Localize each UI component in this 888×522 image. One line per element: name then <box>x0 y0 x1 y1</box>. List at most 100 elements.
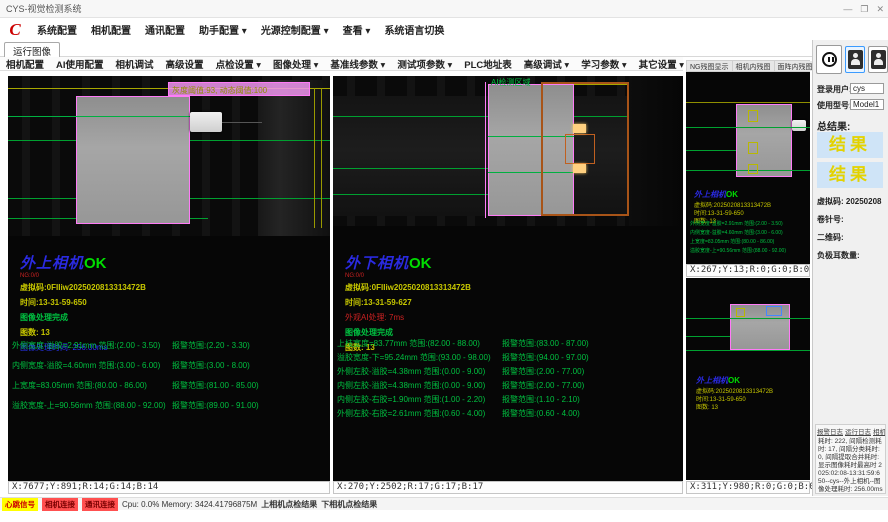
minimize-button[interactable]: — <box>843 0 852 18</box>
feature-box-yellow <box>748 142 758 154</box>
ng-info: NG:0/0 <box>20 273 146 279</box>
menu-item[interactable]: 系统配置 <box>30 23 84 40</box>
mini-tab[interactable]: 面阵内残图 <box>775 61 817 71</box>
log-tab[interactable]: 相机日志 <box>873 426 886 436</box>
result-ok: OK <box>84 255 107 272</box>
camera-name: 外上相机 <box>694 190 726 199</box>
middle-camera-view[interactable]: AI检测区域 外下相机OK NG:0/0 虚拟码:0FIIiw202502081… <box>333 76 683 481</box>
toolbar-button[interactable]: 其它设置 ▾ <box>633 57 690 71</box>
time-text: 时间:13-31-59-627 <box>345 297 471 308</box>
mini-info-line: 图数: 13 <box>696 404 773 412</box>
guide-line-green <box>686 150 736 151</box>
comm-connect-badge: 通讯连接 <box>82 498 118 511</box>
cpu-memory-text: Cpu: 0.0% Memory: 3424.41796875M <box>122 500 257 509</box>
toolbar-button[interactable]: 相机调试 <box>110 57 160 71</box>
frame-count-text: 图数: 13 <box>20 327 146 338</box>
maximize-button[interactable]: ❐ <box>860 0 868 18</box>
guide-line-green <box>686 127 810 128</box>
feature-box-yellow <box>748 110 758 122</box>
guide-line-green <box>686 336 730 337</box>
mini-measurement-row: 内侧宽度-溢胶=4.60mm 范围:(3.00 - 6.00) <box>690 229 808 238</box>
toolbar-button[interactable]: PLC地址表 <box>458 57 518 71</box>
app-window: CYS-视觉检测系统 — ❐ ✕ C 系统配置相机配置通讯配置助手配置 ▾光源控… <box>0 0 888 522</box>
toolbar-button[interactable]: 基准线参数 ▾ <box>324 57 391 71</box>
measurement-row: 溢胶宽度-下=95.24mm 范围:(93.00 - 98.00) 报警范围:(… <box>337 352 681 366</box>
mini-tab[interactable]: NG残图显示 <box>687 61 733 71</box>
menu-item[interactable]: 光源控制配置 ▾ <box>254 23 336 40</box>
menu-item[interactable]: 系统语言切换 <box>377 23 451 40</box>
alarm-range: 报警范围:(89.00 - 91.00) <box>172 400 259 411</box>
mini-measurements: 外侧宽度-溢胶=2.91mm 范围:(2.00 - 3.50)内侧宽度-溢胶=4… <box>690 220 808 256</box>
model-field[interactable]: Model1 <box>850 99 884 110</box>
guide-line-green <box>333 168 489 169</box>
toolbar-button[interactable]: 相机配置 <box>0 57 50 71</box>
pause-icon <box>822 52 837 67</box>
second-snapshot-view[interactable]: 外上相机OK 虚拟码:2025020813313472B时间:13-31-59-… <box>686 278 810 480</box>
left-camera-view[interactable]: 灰度阈值:93, 动态阈值:100 外上相机OK NG:0/0 虚拟码:0FII… <box>8 76 330 481</box>
heartbeat-badge: 心跳信号 <box>2 498 38 511</box>
log-tab[interactable]: 运行日志 <box>845 426 871 436</box>
tab-run-image[interactable]: 运行图像 <box>4 42 60 57</box>
measurement-value: 内侧宽度-溢胶=4.60mm 范围:(3.00 - 6.00) <box>12 361 160 370</box>
time-text: 时间:13-31-59-650 <box>20 297 146 308</box>
status-bar: 心跳信号 相机连接 通讯连接 Cpu: 0.0% Memory: 3424.41… <box>0 497 888 510</box>
feature-box-yellow <box>736 308 745 317</box>
ng-snapshot-view[interactable]: 外上相机OK 虚拟码:2025020813313472B时间:13-31-59-… <box>686 72 810 264</box>
camera-name: 外上相机 <box>20 256 84 272</box>
barcode-text: 虚拟码:0FIIiw2025020813313472B <box>20 282 146 293</box>
mini-result-block: 外上相机OK 虚拟码:2025020813313472B时间:13-31-59-… <box>696 370 773 412</box>
upper-camera-check-text: 上相机点检结果 <box>261 499 317 510</box>
mini-measurement-row: 外侧宽度-溢胶=2.91mm 范围:(2.00 - 3.50) <box>690 220 808 229</box>
toolbar-button[interactable]: 测试项参数 ▾ <box>391 57 458 71</box>
needle-number-label: 卷针号: <box>817 214 844 225</box>
toolbar-button[interactable]: 点检设置 ▾ <box>210 57 267 71</box>
admin-mode-button[interactable] <box>868 46 888 73</box>
toolbar-button[interactable]: 高级调试 ▾ <box>518 57 575 71</box>
alarm-range: 报警范围:(2.00 - 77.00) <box>502 366 584 377</box>
right-top-coords: X:267;Y:13;R:0;G:0;B:0 <box>690 265 809 275</box>
machine-column <box>258 80 330 236</box>
menu-item[interactable]: 通讯配置 <box>138 23 192 40</box>
measurement-row: 外侧左胶-溢胶=4.38mm 范围:(0.00 - 9.00) 报警范围:(2.… <box>337 366 681 380</box>
operator-mode-button[interactable] <box>845 46 865 73</box>
result-ok: OK <box>728 376 740 385</box>
log-box: 报警日志运行日志相机日志 耗时: 222, 间隔检测耗时: 17, 间隔分类耗时… <box>815 424 886 494</box>
guide-line-green <box>686 350 810 351</box>
lower-camera-check-text: 下相机点检结果 <box>321 499 377 510</box>
ng-info: NG:0/0 <box>345 273 471 279</box>
mini-tab[interactable]: 相机内残图 <box>733 61 775 71</box>
camera-name: 外下相机 <box>345 256 409 272</box>
battery-cell-region <box>736 104 792 177</box>
menu-item[interactable]: 查看 ▾ <box>336 23 378 40</box>
log-tab[interactable]: 报警日志 <box>817 426 843 436</box>
control-panel: 登录用户: cys 使用型号: Model1 总结果: 结果 结果 虚拟码: 2… <box>812 40 888 496</box>
menu-item[interactable]: 相机配置 <box>84 23 138 40</box>
alarm-range: 报警范围:(81.00 - 85.00) <box>172 380 259 391</box>
threshold-label: 灰度阈值:93, 动态阈值:100 <box>172 85 267 96</box>
measurement-row: 上枝宽度=83.77mm 范围:(82.00 - 88.00) 报警范围:(83… <box>337 338 681 352</box>
menu-item[interactable]: 助手配置 ▾ <box>192 23 254 40</box>
connector-wire <box>222 122 262 123</box>
toolbar-button[interactable]: 高级设置 <box>160 57 210 71</box>
login-user-field[interactable]: cys <box>850 83 884 94</box>
measurement-row: 内侧左胶-溢胶=4.38mm 范围:(0.00 - 9.00) 报警范围:(2.… <box>337 380 681 394</box>
user-icon <box>871 50 886 69</box>
machine-column <box>629 76 683 226</box>
toolbar-button[interactable]: 图像处理 ▾ <box>267 57 324 71</box>
user-icon <box>848 50 863 69</box>
mini-info-line: 时间:13-31-59-650 <box>696 396 773 404</box>
menubar: C 系统配置相机配置通讯配置助手配置 ▾光源控制配置 ▾查看 ▾系统语言切换 <box>0 18 888 42</box>
measurement-value: 外侧左胶-溢胶=4.38mm 范围:(0.00 - 9.00) <box>337 367 485 376</box>
mini-info-lines: 虚拟码:2025020813313472B时间:13-31-59-650图数: … <box>696 388 773 412</box>
pause-button[interactable] <box>816 45 842 74</box>
tab-glint <box>573 164 586 173</box>
tab-glint <box>573 124 586 133</box>
toolbar-button[interactable]: AI使用配置 <box>50 57 110 71</box>
middle-coord-bar: X:270;Y:2502;R:17;G:17;B:17 <box>333 481 683 494</box>
mini-tab-list: NG残图显示相机内残图面阵内残图 <box>687 61 817 71</box>
feature-box-yellow <box>748 164 758 174</box>
close-button[interactable]: ✕ <box>876 0 884 18</box>
mini-info-line: 虚拟码:2025020813313472B <box>696 388 773 396</box>
toolbar-button[interactable]: 学习参数 ▾ <box>575 57 632 71</box>
app-logo-icon: C <box>4 20 26 40</box>
